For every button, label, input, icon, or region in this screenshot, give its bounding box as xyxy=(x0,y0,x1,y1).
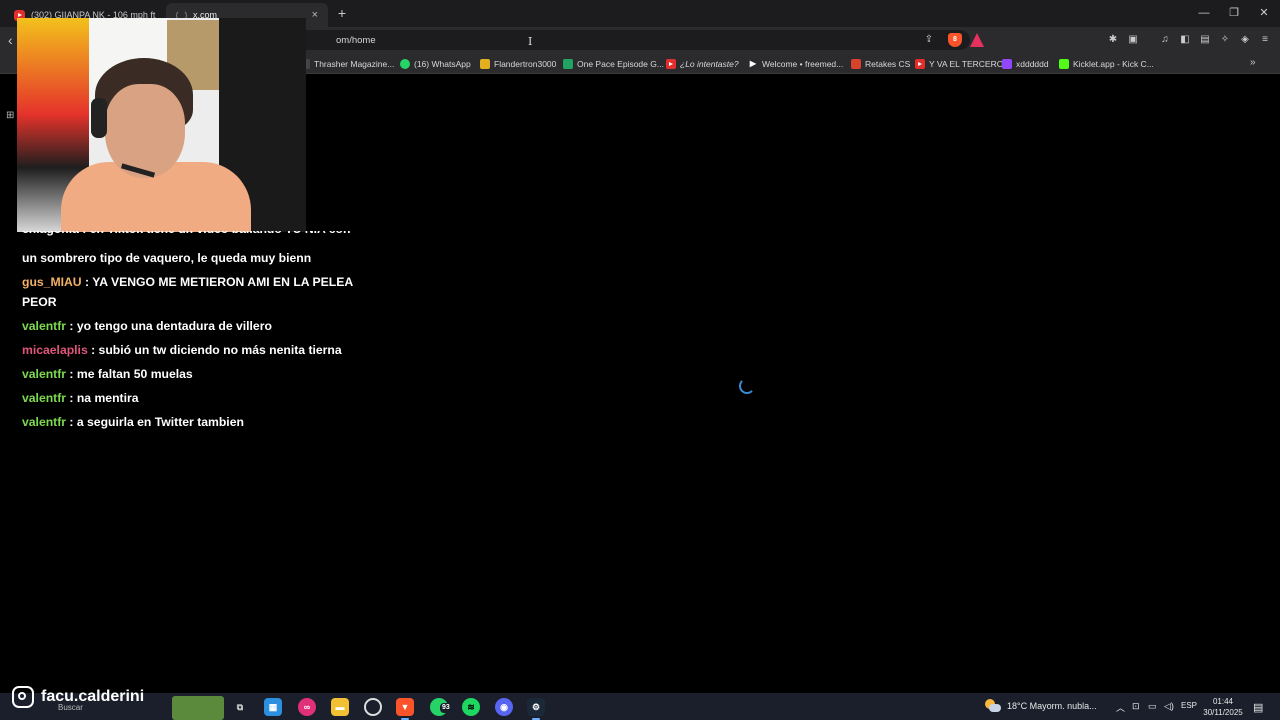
chat-partial-line: chiagonia : en Tiktok tiene un video bai… xyxy=(22,231,382,246)
close-tab-icon[interactable]: × xyxy=(312,9,318,21)
bookmark-label: Retakes CS xyxy=(865,58,911,69)
bookmark-whatsapp[interactable]: (16) WhatsApp xyxy=(400,57,471,70)
webcam-overlay xyxy=(17,18,306,232)
chat-message: valentfr : na mentira xyxy=(22,388,372,408)
extensions-icon[interactable]: ✱ xyxy=(1106,33,1120,47)
bookmark-y-va-el-tercero[interactable]: Y VA EL TERCERO xyxy=(915,57,1003,70)
discord-icon[interactable]: ◉ xyxy=(495,698,513,716)
new-tab-button[interactable]: + xyxy=(334,5,350,21)
language-indicator[interactable]: ESP xyxy=(1181,701,1197,710)
chat-username: valentfr xyxy=(22,367,67,381)
clock[interactable]: 01:44 30/11/2025 xyxy=(1200,696,1246,718)
bookmark-thrasher[interactable]: Thrasher Magazine... xyxy=(300,57,394,70)
chat-text: : na mentira xyxy=(66,391,139,405)
weather-icon[interactable] xyxy=(985,699,1001,713)
retakes-icon xyxy=(851,58,861,69)
search-highlight-image[interactable] xyxy=(172,696,224,720)
streamer-face xyxy=(105,84,185,178)
bookmark-label: Kicklet.app - Kick C... xyxy=(1073,58,1154,69)
network-icon[interactable]: ▭ xyxy=(1148,701,1157,712)
close-window-button[interactable]: ✕ xyxy=(1248,4,1280,22)
spotify-icon[interactable]: ≋ xyxy=(462,698,480,716)
tray-overflow-icon[interactable]: ︿ xyxy=(1116,701,1125,714)
page-loading-spinner xyxy=(739,378,755,394)
chat-message: micaelaplis : subió un tw diciendo no má… xyxy=(22,340,372,360)
bookmark-kicklet[interactable]: Kicklet.app - Kick C... xyxy=(1059,57,1154,70)
minimize-button[interactable]: — xyxy=(1188,4,1220,22)
bookmark-freemed[interactable]: ▶ Welcome • freemed... xyxy=(748,57,843,70)
bookmark-xdddddd[interactable]: xdddddd xyxy=(1002,57,1049,70)
chat-text: : subió un tw diciendo no más nenita tie… xyxy=(87,343,342,357)
url-text: om/home xyxy=(336,35,376,46)
volume-icon[interactable]: ◁) xyxy=(1164,701,1174,712)
bookmark-label: ¿Lo intentaste? xyxy=(680,58,739,69)
app-icon-pink[interactable]: ∞ xyxy=(298,698,316,716)
instagram-handle-overlay: facu.calderini xyxy=(12,686,144,708)
bookmark-label: (16) WhatsApp xyxy=(414,58,471,69)
clock-time: 01:44 xyxy=(1212,697,1234,706)
bookmark-retakes[interactable]: Retakes CS xyxy=(851,57,910,70)
instagram-icon xyxy=(12,686,34,708)
chat-username: valentfr xyxy=(22,391,67,405)
screenshot-icon[interactable]: ▣ xyxy=(1126,33,1140,47)
leo-ai-icon[interactable]: ✧ xyxy=(1218,33,1232,47)
clock-date: 30/11/2025 xyxy=(1203,708,1243,717)
task-view-icon[interactable]: ⧉ xyxy=(231,698,249,716)
chat-username: valentfr xyxy=(22,415,67,429)
chat-text: un sombrero tipo de vaquero, le queda mu… xyxy=(22,251,312,265)
chat-message: gus_MIAU : YA VENGO ME METIERON AMI EN L… xyxy=(22,272,372,312)
kicklet-icon xyxy=(1059,58,1069,69)
flanders-icon xyxy=(480,58,490,69)
chat-text: : a seguirla en Twitter tambien xyxy=(66,415,244,429)
more-bookmarks-icon[interactable]: » xyxy=(1250,57,1256,68)
chat-message: valentfr : a seguirla en Twitter tambien xyxy=(22,412,372,432)
share-icon[interactable]: ⇪ xyxy=(922,33,936,47)
whatsapp-icon xyxy=(400,58,410,69)
whatsapp-badge: 93 xyxy=(440,703,452,713)
chat-message: un sombrero tipo de vaquero, le queda mu… xyxy=(22,248,372,268)
chat-message: valentfr : yo tengo una dentadura de vil… xyxy=(22,316,372,336)
brave-rewards-icon[interactable] xyxy=(970,33,984,47)
menu-icon[interactable]: ≡ xyxy=(1258,33,1272,47)
bookmark-lo-intentaste[interactable]: ¿Lo intentaste? xyxy=(666,57,739,70)
chat-message: valentfr : me faltan 50 muelas xyxy=(22,364,372,384)
chat-username: valentfr xyxy=(22,319,67,333)
text-cursor-icon: I xyxy=(528,35,533,48)
bookmark-label: Thrasher Magazine... xyxy=(314,58,395,69)
screen: (302) GIIANPA NK - 106 mph ft. KLD x.com… xyxy=(0,0,1280,720)
chat-username: micaelaplis xyxy=(22,343,88,357)
brave-taskbar-icon[interactable]: ▼ xyxy=(396,698,414,720)
steam-icon[interactable]: ⚙ xyxy=(527,698,545,720)
bookmark-label: Y VA EL TERCERO xyxy=(929,58,1004,69)
bookmark-label: Flandertron3000 xyxy=(494,58,557,69)
file-explorer-icon[interactable]: ▬ xyxy=(331,698,349,716)
chat-text: : yo tengo una dentadura de villero xyxy=(66,319,272,333)
youtube-icon xyxy=(915,58,925,69)
bookmark-one-pace[interactable]: One Pace Episode G... xyxy=(563,57,664,70)
youtube-icon xyxy=(666,58,676,69)
media-icon[interactable]: ♫ xyxy=(1158,33,1172,47)
chat-text: : me faltan 50 muelas xyxy=(66,367,193,381)
notifications-icon[interactable]: ▤ xyxy=(1253,701,1263,714)
chat-username: gus_MIAU xyxy=(22,275,82,289)
twitch-icon xyxy=(1002,58,1012,69)
camera-tray-icon[interactable]: ⊡ xyxy=(1132,701,1140,712)
bookmark-label: Welcome • freemed... xyxy=(762,58,844,69)
weather-text[interactable]: 18°C Mayorm. nubla... xyxy=(1007,701,1097,711)
play-icon: ▶ xyxy=(749,59,757,68)
vpn-icon[interactable]: ◈ xyxy=(1238,33,1252,47)
brave-shields-icon[interactable]: 8 xyxy=(948,33,962,47)
sidebar-icon[interactable]: ◧ xyxy=(1178,33,1192,47)
bookmark-label: One Pace Episode G... xyxy=(577,58,664,69)
sheets-icon xyxy=(563,58,573,69)
wallet-icon[interactable]: ▤ xyxy=(1198,33,1212,47)
whatsapp-taskbar-icon[interactable]: 93 xyxy=(430,698,452,716)
restore-button[interactable]: ❐ xyxy=(1218,4,1250,22)
bookmark-label: xdddddd xyxy=(1016,58,1049,69)
bookmark-flandertron[interactable]: Flandertron3000 xyxy=(480,57,556,70)
instagram-handle: facu.calderini xyxy=(41,688,145,705)
headphones-icon xyxy=(91,98,107,138)
store-icon[interactable]: ▦ xyxy=(264,698,282,716)
chrome-icon[interactable] xyxy=(364,698,382,716)
